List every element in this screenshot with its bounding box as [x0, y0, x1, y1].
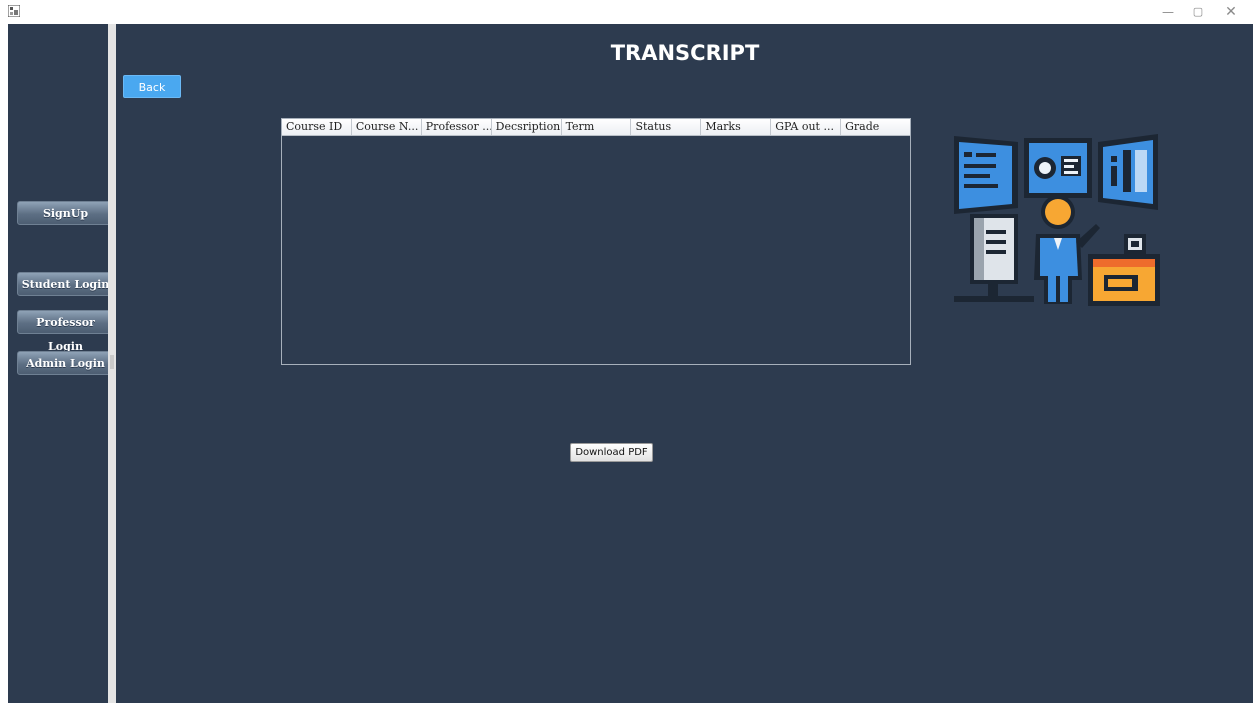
- title-bar: — ▢ ✕: [0, 0, 1253, 24]
- sidebar: SignUp Student Login Professor Login Adm…: [8, 24, 114, 703]
- presenter-with-screens-illustration-icon: [954, 134, 1160, 306]
- professor-login-button[interactable]: Professor Login: [17, 310, 114, 353]
- download-pdf-button[interactable]: Download PDF: [570, 443, 653, 462]
- app-icon: [8, 5, 20, 17]
- left-screen-icon: [954, 136, 1018, 214]
- app-window: — ▢ ✕ SignUp Student Login Professor Log…: [0, 0, 1253, 703]
- maximize-button[interactable]: ▢: [1186, 3, 1210, 21]
- divider-grip-handle[interactable]: [110, 355, 114, 369]
- column-header-status[interactable]: Status: [631, 119, 702, 135]
- column-header-course-id[interactable]: Course ID: [282, 119, 352, 135]
- transcript-table[interactable]: Course ID Course N... Professor ... Decs…: [281, 118, 911, 365]
- close-button[interactable]: ✕: [1219, 3, 1243, 21]
- back-button[interactable]: Back: [123, 75, 181, 98]
- column-header-marks[interactable]: Marks: [701, 119, 772, 135]
- column-header-course-name[interactable]: Course N...: [352, 119, 422, 135]
- column-header-term[interactable]: Term: [562, 119, 632, 135]
- page-title: TRANSCRIPT: [610, 41, 760, 65]
- table-header: Course ID Course N... Professor ... Decs…: [282, 119, 910, 136]
- column-header-gpa[interactable]: GPA out ...: [771, 119, 842, 135]
- signup-button[interactable]: SignUp: [17, 201, 114, 225]
- admin-login-button[interactable]: Admin Login: [17, 351, 114, 375]
- column-header-professor[interactable]: Professor ...: [422, 119, 492, 135]
- right-screen-icon: [1098, 134, 1158, 210]
- student-login-button[interactable]: Student Login: [17, 272, 114, 296]
- center-screen-icon: [1024, 138, 1092, 198]
- minimize-button[interactable]: —: [1156, 3, 1180, 21]
- column-header-grade[interactable]: Grade: [841, 119, 910, 135]
- podium-icon: [954, 214, 1034, 302]
- projector-box-icon: [1088, 234, 1160, 306]
- table-body[interactable]: [282, 136, 910, 364]
- column-header-description[interactable]: Decsription: [492, 119, 562, 135]
